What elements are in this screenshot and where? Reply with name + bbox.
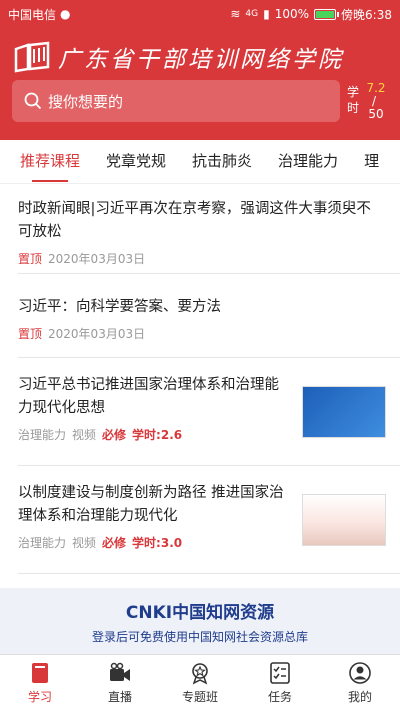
study-hours-indicator[interactable]: 学时 7.2 / 50 xyxy=(346,82,392,122)
app-header: 广东省干部培训网络学院 搜你想要的 学时 7.2 / 50 xyxy=(0,28,400,140)
list-item[interactable]: 时政新闻眼|习近平再次在京考察，强调这件大事须臾不可放松 置顶 2020年03月… xyxy=(18,184,400,274)
nav-tasks[interactable]: 任务 xyxy=(240,655,320,711)
book-logo-icon xyxy=(14,41,50,73)
video-camera-icon xyxy=(110,662,130,681)
nav-profile[interactable]: 我的 xyxy=(320,655,400,711)
nav-study[interactable]: 学习 xyxy=(0,655,80,711)
nav-special-class[interactable]: 专题班 xyxy=(160,655,240,711)
article-meta: 置顶 2020年03月03日 xyxy=(18,325,382,342)
tab-recommended[interactable]: 推荐课程 xyxy=(14,140,86,183)
course-thumbnail xyxy=(302,386,386,438)
tab-more[interactable]: 理 xyxy=(358,140,385,183)
course-list: 时政新闻眼|习近平再次在京考察，强调这件大事须臾不可放松 置顶 2020年03月… xyxy=(0,184,400,574)
nav-label: 我的 xyxy=(347,690,372,704)
bottom-nav: 学习 直播 专题班 任务 我的 xyxy=(0,654,400,711)
carrier-name: 中国电信 xyxy=(8,7,57,22)
network-type: 4G xyxy=(245,9,259,19)
cnki-subtitle: 登录后可免费使用中国知网社会资源总库 xyxy=(91,630,308,644)
pinned-tag: 置顶 xyxy=(18,327,43,341)
nav-label: 任务 xyxy=(267,690,292,704)
tab-governance[interactable]: 治理能力 xyxy=(272,140,344,183)
course-type: 视频 xyxy=(72,536,97,550)
required-badge: 必修 xyxy=(102,428,127,442)
battery-percent: 100% xyxy=(274,7,310,21)
search-icon xyxy=(24,92,42,110)
list-item[interactable]: 习近平：向科学要答案、要方法 置顶 2020年03月03日 xyxy=(18,274,400,358)
wifi-icon: ≋ xyxy=(230,7,241,21)
article-date: 2020年03月03日 xyxy=(48,327,146,341)
course-category: 治理能力 xyxy=(18,536,67,550)
category-tabs: 推荐课程 党章党规 抗击肺炎 治理能力 理 xyxy=(0,140,400,184)
message-icon: ● xyxy=(60,7,71,21)
course-hours: 学时:3.0 xyxy=(132,536,183,550)
course-hours: 学时:2.6 xyxy=(132,428,183,442)
study-hours-earned: 7.2 xyxy=(366,81,386,95)
article-title: 时政新闻眼|习近平再次在京考察，强调这件大事须臾不可放松 xyxy=(18,201,371,240)
search-placeholder: 搜你想要的 xyxy=(48,92,124,111)
badge-icon xyxy=(192,663,208,685)
study-hours-slash: / xyxy=(372,94,377,108)
app-title: 广东省干部培训网络学院 xyxy=(58,47,344,73)
status-bar: 中国电信 ● ≋ 4G ▮ 100% 傍晚6:38 xyxy=(0,0,400,28)
logo-row: 广东省干部培训网络学院 xyxy=(14,36,386,78)
course-title: 习近平总书记推进国家治理体系和治理能力现代化思想 xyxy=(18,377,279,416)
nav-label: 专题班 xyxy=(181,690,218,704)
tab-party-rules[interactable]: 党章党规 xyxy=(100,140,172,183)
list-item[interactable]: 以制度建设与制度创新为路径 推进国家治理体系和治理能力现代化 治理能力 视频 必… xyxy=(18,466,400,574)
course-meta: 治理能力 视频 必修 学时:3.0 xyxy=(18,534,288,551)
clock: 傍晚6:38 xyxy=(341,7,392,22)
nav-live[interactable]: 直播 xyxy=(80,655,160,711)
course-meta: 治理能力 视频 必修 学时:2.6 xyxy=(18,426,288,443)
course-category: 治理能力 xyxy=(18,428,67,442)
nav-label: 直播 xyxy=(107,690,132,704)
cnki-banner[interactable]: CNKI中国知网资源 登录后可免费使用中国知网社会资源总库 xyxy=(0,588,400,654)
book-icon xyxy=(32,663,48,683)
cnki-title: CNKI中国知网资源 xyxy=(125,603,275,623)
course-title: 以制度建设与制度创新为路径 推进国家治理体系和治理能力现代化 xyxy=(18,485,284,524)
list-item[interactable]: 习近平总书记推进国家治理体系和治理能力现代化思想 治理能力 视频 必修 学时:2… xyxy=(18,358,400,466)
battery-icon xyxy=(314,8,340,20)
signal-icon: ▮ xyxy=(263,7,270,21)
carrier-group: 中国电信 ● xyxy=(8,6,71,23)
pinned-tag: 置顶 xyxy=(18,252,43,266)
course-thumbnail xyxy=(302,494,386,546)
article-date: 2020年03月03日 xyxy=(48,252,146,266)
person-icon xyxy=(349,662,371,684)
article-title: 习近平：向科学要答案、要方法 xyxy=(18,299,221,315)
status-right: ≋ 4G ▮ 100% 傍晚6:38 xyxy=(230,6,392,23)
study-hours-required: 50 xyxy=(368,107,384,121)
article-meta: 置顶 2020年03月03日 xyxy=(18,250,382,267)
nav-label: 学习 xyxy=(27,690,52,704)
study-hours-label: 学时 xyxy=(346,85,359,115)
required-badge: 必修 xyxy=(102,536,127,550)
search-input[interactable]: 搜你想要的 xyxy=(12,80,340,122)
course-type: 视频 xyxy=(72,428,97,442)
tab-fight-pneumonia[interactable]: 抗击肺炎 xyxy=(186,140,258,183)
task-list-icon xyxy=(270,662,290,684)
